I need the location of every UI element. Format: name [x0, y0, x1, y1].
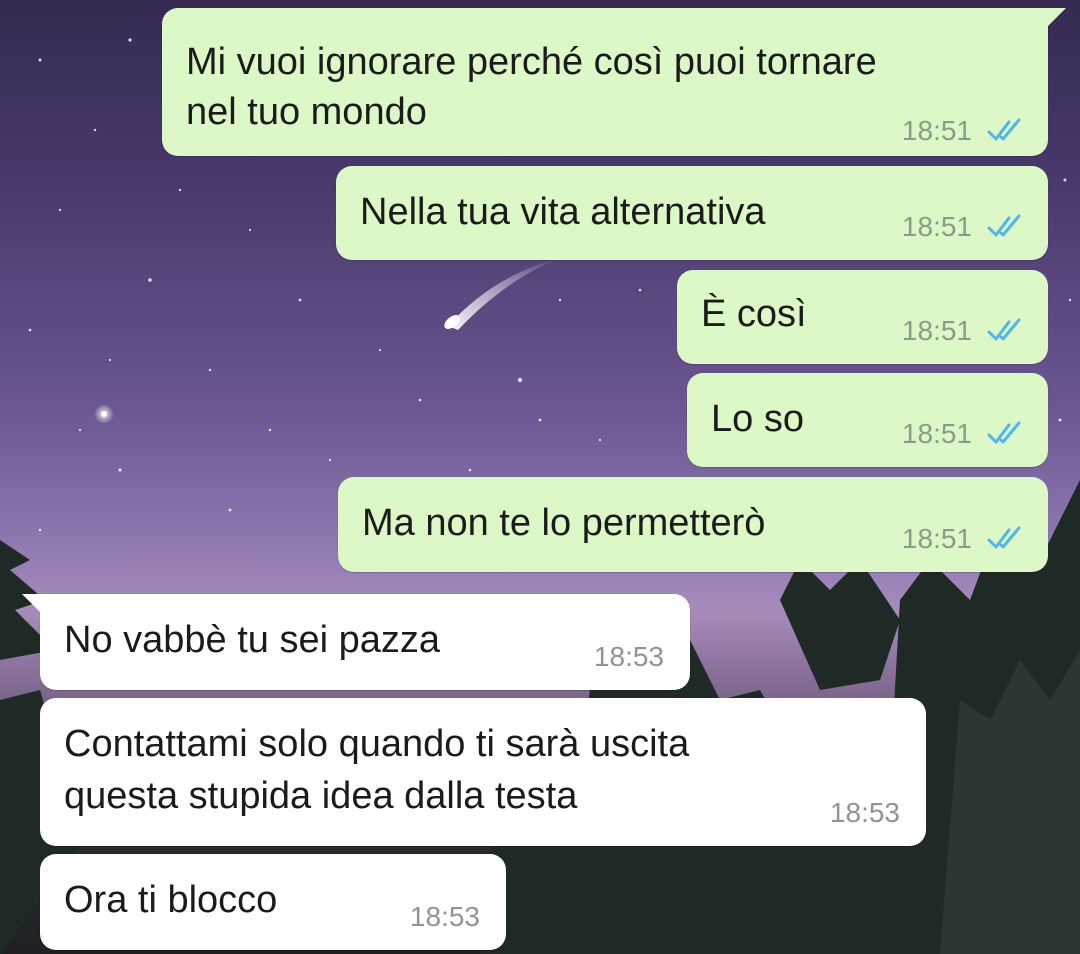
message-text-line: nel tuo mondo — [186, 91, 427, 133]
message-timestamp: 18:51 — [901, 211, 972, 242]
message-text: Ora ti blocco — [64, 879, 278, 921]
message-bubble-outgoing[interactable]: È così 18:51 — [677, 270, 1048, 364]
message-timestamp: 18:51 — [901, 315, 972, 346]
message-text: È così — [701, 293, 807, 335]
message-bubble-outgoing[interactable]: Ma non te lo permetterò 18:51 — [338, 477, 1048, 572]
double-check-read-icon — [987, 214, 1021, 237]
double-check-read-icon — [987, 421, 1021, 444]
message-bubble-incoming[interactable]: No vabbè tu sei pazza 18:53 — [22, 594, 690, 690]
message-bubble-incoming[interactable]: Ora ti blocco 18:53 — [40, 854, 506, 950]
double-check-read-icon — [987, 526, 1021, 549]
message-text: Lo so — [711, 398, 804, 440]
message-text-line: Mi vuoi ignorare perché così puoi tornar… — [186, 41, 877, 83]
message-text: No vabbè tu sei pazza — [64, 619, 441, 661]
message-timestamp: 18:53 — [593, 641, 664, 672]
double-check-read-icon — [987, 318, 1021, 341]
message-text-line: Contattami solo quando ti sarà uscita — [64, 723, 690, 765]
bubble-tail — [1044, 8, 1066, 30]
message-text: Ma non te lo permetterò — [362, 502, 766, 544]
message-timestamp: 18:53 — [829, 797, 900, 828]
bubble-tail — [22, 594, 44, 616]
message-timestamp: 18:51 — [901, 418, 972, 449]
message-bubble-outgoing[interactable]: Nella tua vita alternativa 18:51 — [336, 166, 1048, 260]
message-timestamp: 18:53 — [409, 901, 480, 932]
message-text-line: questa stupida idea dalla testa — [64, 775, 578, 817]
message-text: Nella tua vita alternativa — [360, 191, 766, 233]
double-check-read-icon — [987, 118, 1021, 141]
message-timestamp: 18:51 — [901, 115, 972, 146]
message-bubble-incoming[interactable]: Contattami solo quando ti sarà uscita qu… — [40, 698, 926, 846]
message-timestamp: 18:51 — [901, 523, 972, 554]
message-bubble-outgoing[interactable]: Lo so 18:51 — [687, 373, 1048, 467]
message-bubble-outgoing[interactable]: Mi vuoi ignorare perché così puoi tornar… — [162, 8, 1066, 156]
